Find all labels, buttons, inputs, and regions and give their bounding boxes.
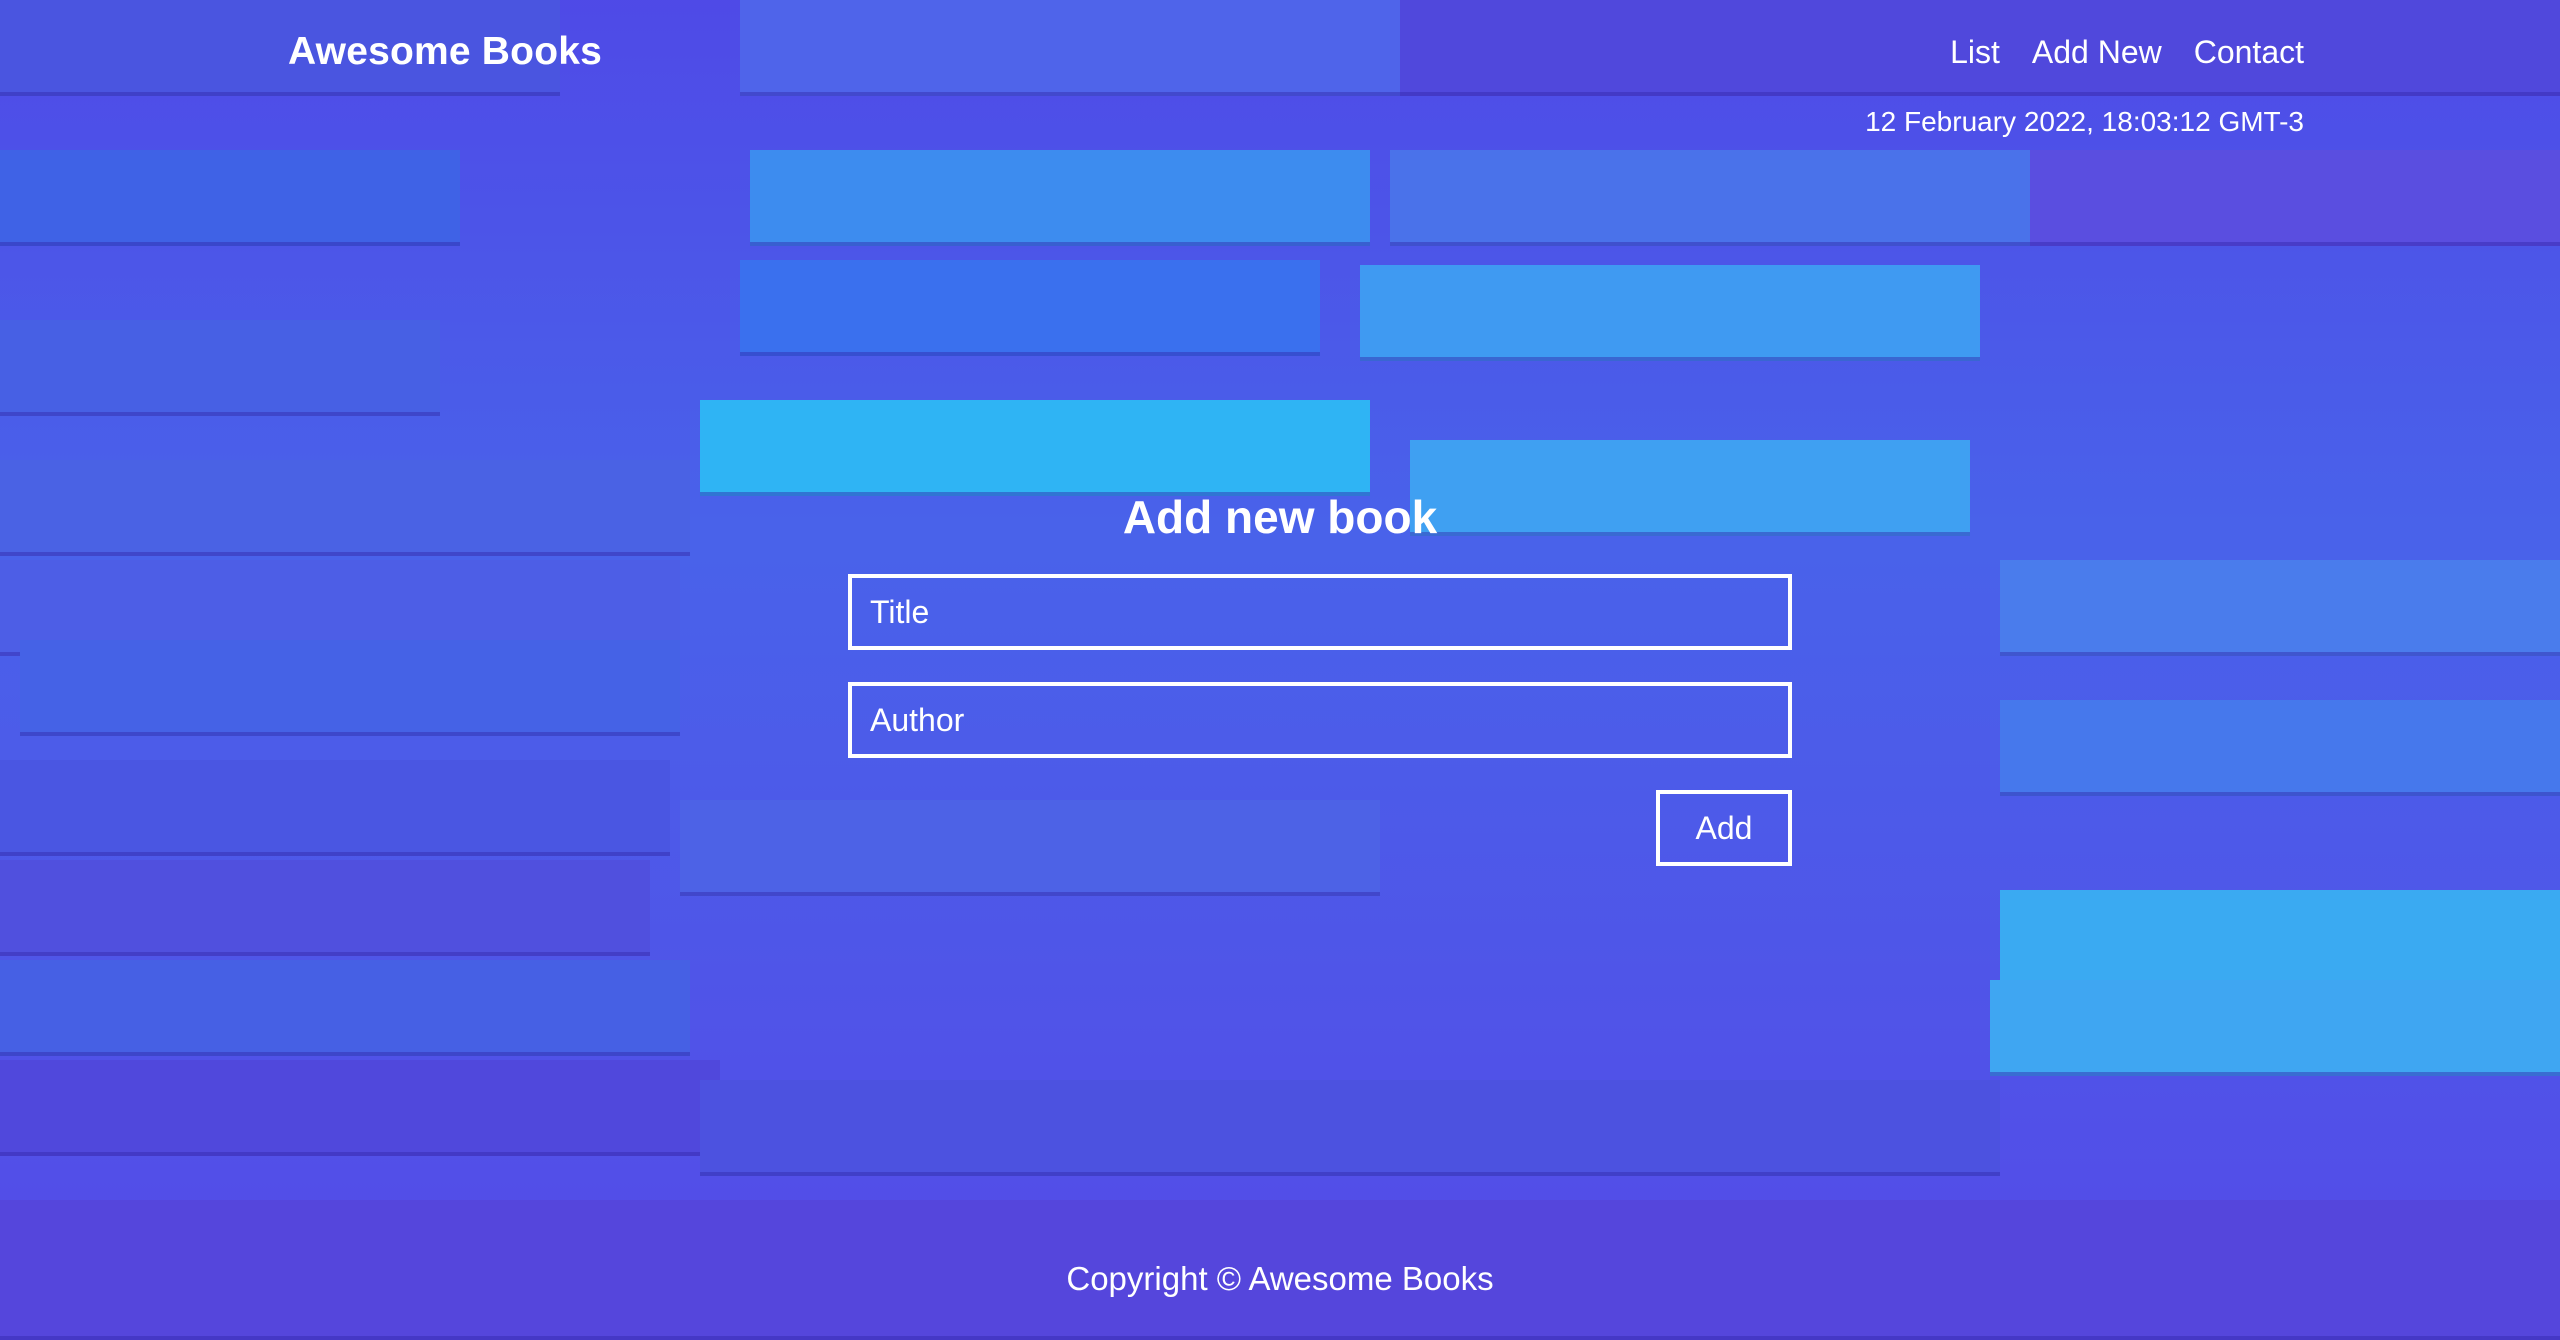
form-title: Add new book <box>1122 491 1438 543</box>
add-button[interactable]: Add <box>1656 790 1792 866</box>
add-book-form: Add new book Add <box>848 490 1792 866</box>
site-footer: Copyright © Awesome Books <box>0 1260 2560 1298</box>
current-datetime: 12 February 2022, 18:03:12 GMT-3 <box>1865 106 2304 137</box>
main-nav: List Add New Contact <box>1950 34 2304 71</box>
title-input[interactable] <box>848 574 1792 650</box>
copyright-text: Copyright © Awesome Books <box>1066 1260 1494 1297</box>
form-actions: Add <box>848 790 1792 866</box>
site-header: Awesome Books List Add New Contact 12 Fe… <box>0 0 2560 150</box>
author-input[interactable] <box>848 682 1792 758</box>
brand-logo[interactable]: Awesome Books <box>288 30 602 74</box>
nav-list-link[interactable]: List <box>1950 34 2000 71</box>
nav-contact-link[interactable]: Contact <box>2194 34 2304 71</box>
nav-add-new-link[interactable]: Add New <box>2032 34 2162 71</box>
